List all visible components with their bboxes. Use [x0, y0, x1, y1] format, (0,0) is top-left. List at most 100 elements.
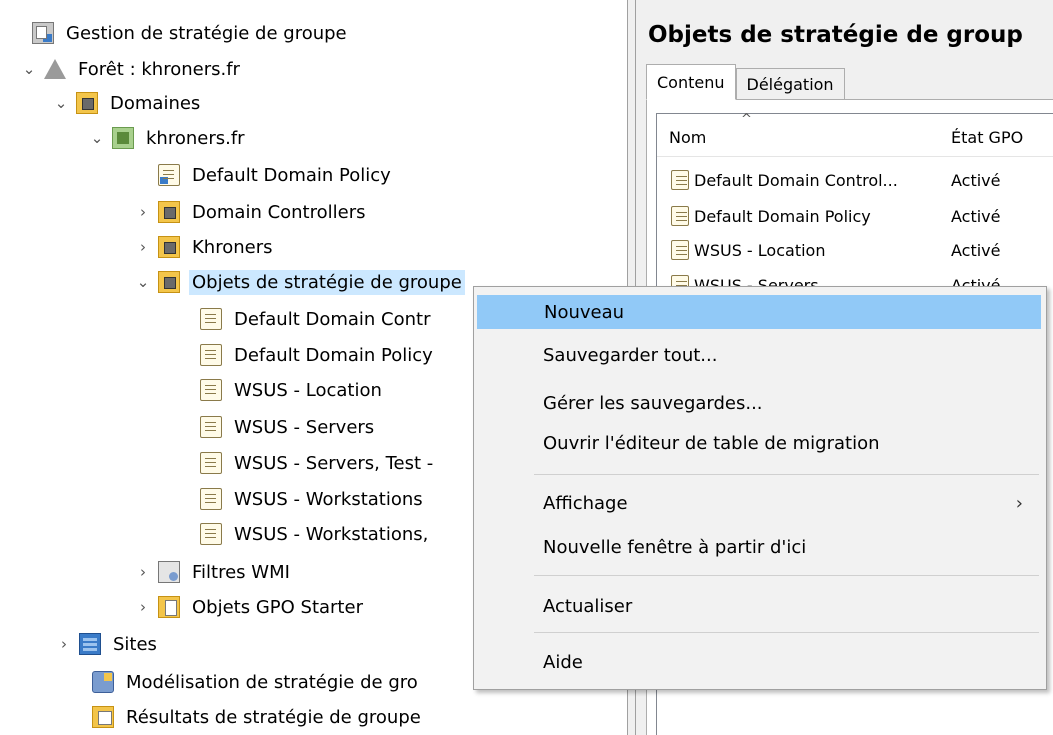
- tree-item-modeling[interactable]: Modélisation de stratégie de gro: [68, 665, 421, 699]
- tree-item-label: WSUS - Location: [234, 379, 382, 401]
- tree-item-label: Default Domain Contr: [234, 308, 431, 330]
- tree-item-starter-gpos[interactable]: › Objets GPO Starter: [134, 590, 366, 624]
- sites-icon: [79, 633, 101, 655]
- sort-ascending-icon: ^: [741, 112, 752, 127]
- submenu-arrow-icon: ›: [1015, 492, 1023, 514]
- column-header-etat[interactable]: État GPO: [951, 128, 1023, 147]
- tree-item-label: Khroners: [192, 236, 273, 258]
- tree-item-forest[interactable]: ⌄ Forêt : khroners.fr: [20, 52, 243, 86]
- tree-item-label: Domaines: [110, 92, 201, 114]
- chevron-down-icon[interactable]: ⌄: [52, 94, 70, 112]
- tree-item-gpo[interactable]: WSUS - Workstations: [176, 482, 426, 516]
- tree-item-domains[interactable]: ⌄ Domaines: [52, 86, 203, 120]
- tree-item-gpo[interactable]: WSUS - Workstations,: [176, 517, 431, 551]
- tree-item-wmi-filters[interactable]: › Filtres WMI: [134, 555, 293, 589]
- menu-item-nouveau[interactable]: Nouveau: [477, 295, 1041, 329]
- menu-item-aide[interactable]: Aide: [477, 645, 1041, 679]
- gpo-state: Activé: [951, 240, 1001, 260]
- tree-item-label: WSUS - Workstations,: [234, 523, 429, 545]
- gpo-name: Default Domain Control...: [694, 170, 898, 190]
- menu-item-label: Nouveau: [544, 301, 625, 323]
- tree-item-label: Objets de stratégie de groupe: [189, 269, 465, 295]
- gpo-name: WSUS - Location: [694, 240, 826, 260]
- gpo-icon: [200, 452, 222, 474]
- list-item[interactable]: WSUS - Location Activé: [657, 238, 1053, 262]
- menu-item-sauvegarder-tout[interactable]: Sauvegarder tout...: [477, 338, 1041, 372]
- tree-item-sites[interactable]: › Sites: [55, 627, 160, 661]
- tree-item-gpo[interactable]: WSUS - Location: [176, 373, 385, 407]
- menu-item-label: Affichage: [543, 492, 628, 514]
- chevron-down-icon[interactable]: ⌄: [88, 129, 106, 147]
- chevron-right-icon[interactable]: ›: [134, 563, 152, 581]
- tree-item-label: Modélisation de stratégie de gro: [126, 671, 418, 693]
- menu-separator: [534, 632, 1039, 633]
- menu-separator: [534, 474, 1039, 475]
- chevron-down-icon[interactable]: ⌄: [134, 273, 152, 291]
- tree-item-gpo[interactable]: Default Domain Contr: [176, 302, 434, 336]
- tree-item-khroners-ou[interactable]: › Khroners: [134, 230, 276, 264]
- gpo-icon: [200, 379, 222, 401]
- tree-item-label: Sites: [113, 633, 157, 655]
- menu-item-label: Ouvrir l'éditeur de table de migration: [543, 432, 880, 454]
- menu-item-nouvelle-fenetre[interactable]: Nouvelle fenêtre à partir d'ici: [477, 530, 1041, 564]
- starter-gpo-icon: [158, 596, 180, 618]
- menu-item-label: Gérer les sauvegardes...: [543, 392, 763, 414]
- tab-delegation[interactable]: Délégation: [735, 68, 845, 100]
- chevron-down-icon[interactable]: ⌄: [20, 60, 38, 78]
- chevron-right-icon[interactable]: ›: [134, 598, 152, 616]
- tree-item-results[interactable]: Résultats de stratégie de groupe: [68, 700, 424, 734]
- tree-item-label: WSUS - Servers: [234, 416, 375, 438]
- modeling-icon: [92, 671, 114, 693]
- tree-item-gpo-container[interactable]: ⌄ Objets de stratégie de groupe: [134, 265, 465, 299]
- domain-icon: [112, 127, 134, 149]
- tree-item-gpo[interactable]: WSUS - Servers, Test -: [176, 446, 436, 480]
- gpo-icon: [200, 416, 222, 438]
- menu-item-label: Aide: [543, 651, 583, 673]
- gpm-console-icon: [32, 22, 54, 44]
- tree-item-domain-khroners[interactable]: ⌄ khroners.fr: [88, 121, 248, 155]
- gpo-icon: [200, 488, 222, 510]
- menu-item-affichage[interactable]: Affichage ›: [477, 486, 1041, 520]
- tree-item-label: WSUS - Workstations: [234, 488, 423, 510]
- menu-item-label: Nouvelle fenêtre à partir d'ici: [543, 536, 807, 558]
- tree-item-label: Forêt : khroners.fr: [78, 58, 240, 80]
- tree-item-domain-controllers[interactable]: › Domain Controllers: [134, 195, 369, 229]
- menu-item-actualiser[interactable]: Actualiser: [477, 589, 1041, 623]
- gpo-state: Activé: [951, 170, 1001, 190]
- menu-separator: [534, 575, 1039, 576]
- pane-title: Objets de stratégie de group: [648, 22, 1023, 48]
- tree-item-default-domain-policy-link[interactable]: Default Domain Policy: [134, 158, 394, 192]
- ou-folder-icon: [158, 201, 180, 223]
- tree-item-label: Résultats de stratégie de groupe: [126, 706, 421, 728]
- gpo-link-icon: [158, 164, 180, 186]
- list-header: ^ Nom État GPO: [657, 112, 1053, 157]
- tree-item-label: Default Domain Policy: [192, 164, 391, 186]
- gpo-icon: [200, 344, 222, 366]
- tree-item-label: WSUS - Servers, Test -: [234, 452, 434, 474]
- tree-item-gpo[interactable]: Default Domain Policy: [176, 338, 436, 372]
- domains-folder-icon: [76, 92, 98, 114]
- chevron-right-icon[interactable]: ›: [134, 238, 152, 256]
- tree-item-label: Filtres WMI: [192, 561, 290, 583]
- chevron-right-icon[interactable]: ›: [55, 635, 73, 653]
- menu-item-gerer-sauvegardes[interactable]: Gérer les sauvegardes...: [477, 386, 1041, 420]
- column-header-nom[interactable]: Nom: [669, 128, 706, 147]
- tree-item-label: Gestion de stratégie de groupe: [66, 22, 347, 44]
- chevron-right-icon[interactable]: ›: [134, 203, 152, 221]
- gpo-icon: [200, 523, 222, 545]
- wmi-filter-icon: [158, 561, 180, 583]
- menu-item-label: Actualiser: [543, 595, 633, 617]
- tree-item-gpo[interactable]: WSUS - Servers: [176, 410, 377, 444]
- tree-item-gpm-root[interactable]: Gestion de stratégie de groupe: [8, 16, 350, 50]
- gpo-folder-icon: [158, 271, 180, 293]
- tab-strip: Contenu Délégation: [646, 64, 845, 100]
- tree-item-label: Objets GPO Starter: [192, 596, 363, 618]
- menu-item-label: Sauvegarder tout...: [543, 344, 718, 366]
- gpo-icon: [671, 206, 689, 226]
- forest-icon: [44, 59, 66, 79]
- tab-contenu[interactable]: Contenu: [646, 64, 736, 100]
- list-item[interactable]: Default Domain Policy Activé: [657, 204, 1053, 228]
- list-item[interactable]: Default Domain Control... Activé: [657, 168, 1053, 192]
- menu-item-editeur-migration[interactable]: Ouvrir l'éditeur de table de migration: [477, 426, 1041, 460]
- tree-item-label: khroners.fr: [146, 127, 245, 149]
